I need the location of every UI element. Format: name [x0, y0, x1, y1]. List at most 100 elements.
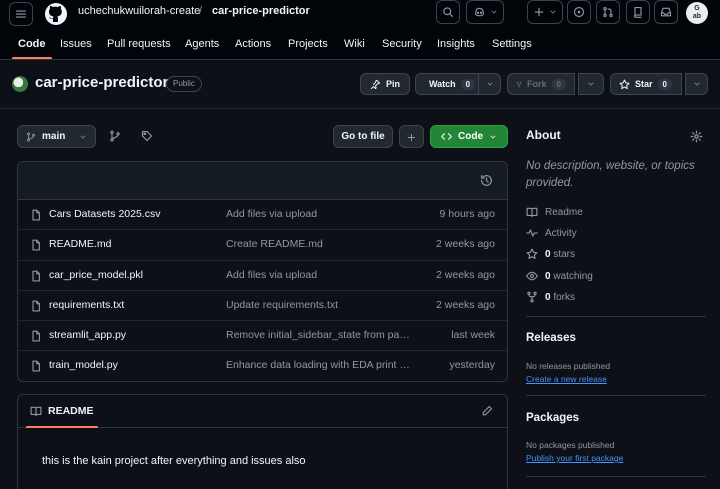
commit-date: 2 weeks ago	[436, 268, 495, 281]
file-row[interactable]: streamlit_app.py Remove initial_sidebar_…	[18, 321, 507, 352]
readme-tab[interactable]: README	[30, 405, 94, 417]
tag-icon[interactable]	[141, 130, 153, 142]
star-button[interactable]: Star 0	[610, 73, 682, 95]
file-row[interactable]: README.md Create README.md 2 weeks ago	[18, 230, 507, 261]
book-icon	[526, 207, 538, 218]
book-icon	[30, 406, 42, 417]
releases-title[interactable]: Releases	[526, 332, 576, 344]
fork-count: 0	[551, 78, 566, 90]
commit-date: 2 weeks ago	[436, 238, 495, 251]
file-row[interactable]: Cars Datasets 2025.csv Add files via upl…	[18, 200, 507, 231]
star-icon	[619, 79, 630, 89]
latest-commit-bar	[18, 162, 507, 200]
stars-link[interactable]: 0 stars	[526, 248, 575, 260]
commit-message[interactable]: Add files via upload	[226, 208, 410, 220]
star-label: Star	[635, 79, 653, 89]
history-icon[interactable]	[480, 174, 493, 187]
issues-button[interactable]	[567, 0, 591, 24]
readme-header: README	[18, 395, 507, 428]
commit-date: 2 weeks ago	[436, 298, 495, 311]
about-title: About	[526, 128, 561, 142]
tab-projects[interactable]: Projects	[288, 38, 328, 50]
file-icon	[32, 300, 40, 312]
repo-forked-icon	[516, 81, 522, 87]
search-button[interactable]	[436, 0, 460, 24]
avatar-line-1: G	[694, 5, 700, 12]
pull-requests-button[interactable]	[596, 0, 620, 24]
breadcrumb-repo[interactable]: car-price-predictor	[212, 5, 310, 17]
file-icon	[32, 270, 40, 282]
repositories-button[interactable]	[626, 0, 650, 24]
star-count: 0	[657, 78, 672, 90]
readme-link[interactable]: Readme	[526, 206, 583, 218]
code-button[interactable]: Code	[430, 125, 508, 148]
forks-link[interactable]: 0 forks	[526, 291, 575, 303]
packages-title[interactable]: Packages	[526, 412, 579, 424]
add-file-button[interactable]: +	[399, 125, 424, 148]
issue-opened-icon	[573, 6, 585, 18]
file-row[interactable]: car_price_model.pkl Add files via upload…	[18, 261, 507, 291]
file-row[interactable]: train_model.py Enhance data loading with…	[18, 351, 507, 381]
file-row[interactable]: requirements.txt Update requirements.txt…	[18, 291, 507, 322]
file-name[interactable]: car_price_model.pkl	[49, 269, 143, 281]
tab-settings[interactable]: Settings	[492, 38, 532, 50]
commit-date: yesterday	[449, 359, 495, 372]
pin-icon	[370, 79, 381, 89]
file-name[interactable]: README.md	[49, 238, 111, 250]
menu-button[interactable]	[9, 2, 33, 26]
copilot-icon	[474, 7, 484, 17]
avatar-line-2: ab	[692, 13, 702, 20]
commit-message[interactable]: Enhance data loading with EDA print stat…	[226, 359, 410, 371]
commit-message[interactable]: Remove initial_sidebar_state from page c…	[226, 329, 410, 341]
file-name[interactable]: train_model.py	[49, 359, 118, 371]
tab-actions[interactable]: Actions	[235, 38, 271, 50]
file-name[interactable]: requirements.txt	[49, 299, 124, 311]
file-name[interactable]: Cars Datasets 2025.csv	[49, 208, 160, 220]
tab-code[interactable]: Code	[18, 38, 46, 50]
git-branch-icon	[27, 131, 35, 142]
tab-wiki[interactable]: Wiki	[344, 38, 365, 50]
packages-note: No packages published	[526, 440, 615, 450]
breadcrumb-owner[interactable]: uchechukwuilorah-create	[78, 5, 200, 17]
pin-button[interactable]: Pin	[360, 73, 410, 95]
branches-icon[interactable]	[109, 130, 121, 142]
activity-link[interactable]: Activity	[526, 227, 577, 239]
about-description: No description, website, or topics provi…	[526, 160, 695, 189]
watch-button[interactable]: Watch 0	[415, 73, 479, 95]
tab-agents[interactable]: Agents	[185, 38, 219, 50]
gear-icon[interactable]	[690, 130, 703, 143]
tab-issues[interactable]: Issues	[60, 38, 92, 50]
file-name[interactable]: streamlit_app.py	[49, 329, 126, 341]
file-icon	[32, 330, 40, 342]
code-icon	[441, 133, 452, 140]
watching-link[interactable]: 0 watching	[526, 270, 593, 282]
fork-button[interactable]: Fork 0	[507, 73, 575, 95]
visibility-badge: Public	[166, 76, 202, 92]
chevron-down-icon	[491, 10, 496, 14]
repo-title[interactable]: car-price-predictor	[35, 74, 168, 91]
tab-pull-requests[interactable]: Pull requests	[107, 38, 171, 50]
fork-dropdown-button[interactable]	[578, 73, 604, 95]
go-to-file-button[interactable]: Go to file	[333, 125, 393, 148]
commit-message[interactable]: Create README.md	[226, 238, 410, 250]
tab-insights[interactable]: Insights	[437, 38, 475, 50]
pencil-icon[interactable]	[481, 405, 493, 417]
branch-selector[interactable]: main	[17, 125, 96, 148]
star-icon	[526, 248, 538, 259]
releases-note: No releases published	[526, 361, 611, 371]
commit-message[interactable]: Update requirements.txt	[226, 299, 410, 311]
chevron-down-icon	[588, 82, 594, 86]
star-dropdown-button[interactable]	[685, 73, 708, 95]
create-release-link[interactable]: Create a new release	[526, 374, 607, 384]
commit-message[interactable]: Add files via upload	[226, 269, 410, 281]
watch-dropdown-button[interactable]	[478, 73, 501, 95]
inbox-button[interactable]	[654, 0, 678, 24]
active-tab-underline	[12, 57, 52, 59]
copilot-button[interactable]	[466, 0, 504, 24]
pulse-icon	[526, 229, 538, 237]
tab-security[interactable]: Security	[382, 38, 422, 50]
github-logo-icon[interactable]	[44, 2, 68, 26]
user-avatar[interactable]: G ab	[686, 2, 708, 24]
create-new-button[interactable]	[527, 0, 563, 24]
publish-package-link[interactable]: Publish your first package	[526, 453, 623, 463]
